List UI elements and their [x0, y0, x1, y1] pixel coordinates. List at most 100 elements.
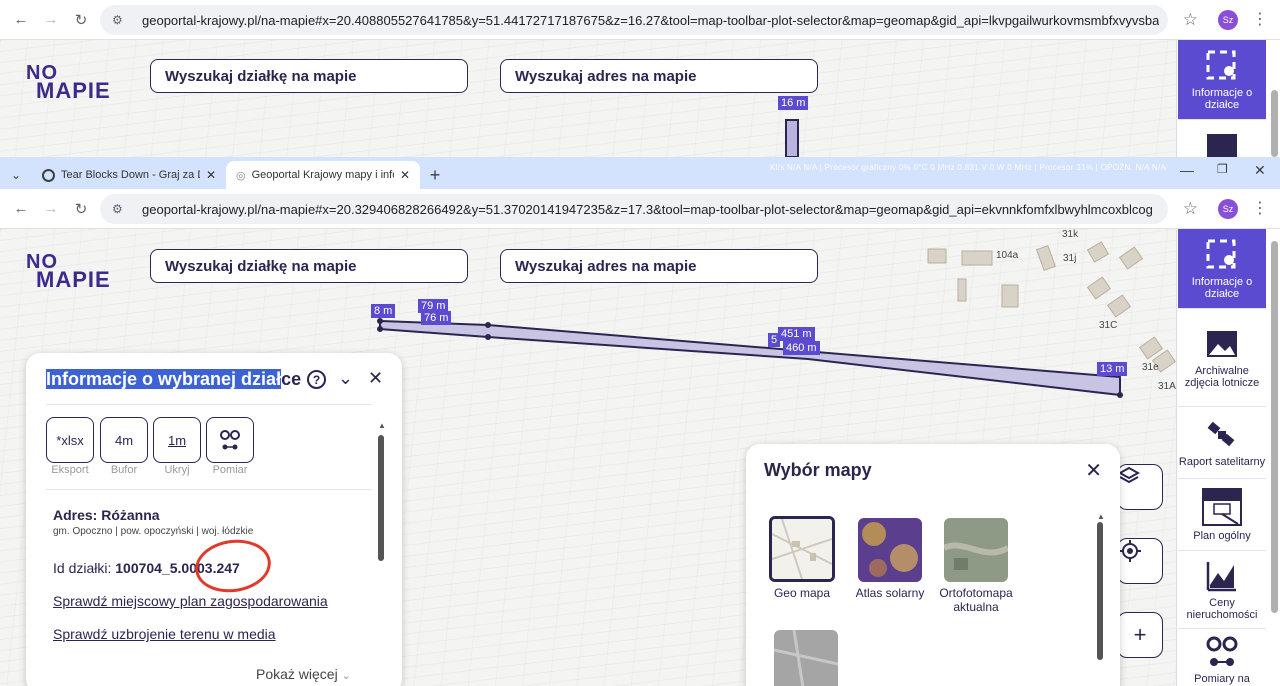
measure-label: Pomiar — [212, 464, 248, 476]
back-button[interactable]: ← — [8, 196, 34, 222]
map-option-geo[interactable] — [769, 516, 835, 582]
sidebar-scrollbar[interactable] — [1271, 241, 1278, 613]
omnibox[interactable]: ⚙ geoportal-krajowy.pl/na-mapie#x=20.408… — [100, 5, 1168, 35]
parcel-search-input[interactable]: Wyszukaj działkę na mapie — [150, 249, 468, 283]
hide-button[interactable]: 1m — [153, 417, 201, 463]
solar-atlas-thumbnail — [858, 518, 922, 582]
panel-scrollbar[interactable] — [378, 435, 384, 561]
layers-icon — [1118, 466, 1140, 484]
measure-button[interactable] — [206, 417, 254, 463]
bookmark-star-icon[interactable]: ☆ — [1183, 199, 1198, 219]
geo-map-thumbnail — [772, 519, 832, 579]
sidebar-item-measurements[interactable]: Pomiary na — [1178, 629, 1266, 686]
top-measure-label: 16 m — [778, 96, 809, 110]
site-settings-icon[interactable]: ⚙ — [112, 202, 130, 216]
menu-kebab-icon[interactable]: ⋮ — [1252, 198, 1268, 218]
forward-button[interactable]: → — [38, 196, 64, 222]
plan-icon — [1202, 487, 1242, 526]
parcel-number: 31C — [1099, 320, 1118, 331]
plus-icon: + — [1133, 622, 1147, 647]
new-tab-button[interactable]: + — [420, 161, 450, 189]
sidebar-item-satellite-report[interactable]: Raport satelitarny — [1178, 407, 1266, 479]
collapse-chevron-icon[interactable]: ⌄ — [338, 368, 353, 389]
tab-tear-blocks[interactable]: Tear Blocks Down - Graj za Darmo ✕ — [32, 161, 226, 189]
map-chooser-scrollbar[interactable] — [1097, 522, 1103, 660]
sidebar-item-plot-info[interactable]: Informacje o działce — [1178, 229, 1266, 309]
price-chart-icon — [1205, 559, 1239, 593]
map-option-ortho-label: Ortofotomapa aktualna — [939, 586, 1013, 614]
profile-avatar[interactable]: Sz — [1218, 10, 1238, 30]
export-button[interactable]: *xlsx — [46, 417, 94, 463]
address-search-input[interactable]: Wyszukaj adres na mapie — [500, 249, 818, 283]
buffer-label: Bufor — [110, 464, 138, 476]
chevron-down-icon: ⌄ — [341, 670, 351, 682]
url-text: geoportal-krajowy.pl/na-mapie#x=20.32940… — [142, 201, 1153, 217]
zoom-in-button[interactable]: + — [1117, 612, 1163, 658]
tab-close-icon[interactable]: ✕ — [400, 168, 410, 182]
tab-search-icon[interactable]: ⌄ — [0, 161, 32, 189]
hide-label: Ukryj — [164, 464, 190, 476]
performance-overlay: Kl/s N/A N/A | Procesor graficzny 0% 0°C… — [770, 163, 1167, 172]
minimize-icon[interactable]: — — [1180, 162, 1194, 178]
layers-button[interactable] — [1117, 464, 1163, 510]
measure-label-right: 13 m — [1097, 362, 1128, 376]
plot-select-icon — [1205, 238, 1239, 272]
map-option-ortho[interactable] — [944, 518, 1008, 582]
scroll-up-arrow-icon[interactable]: ▲ — [1097, 512, 1105, 521]
bookmark-star-icon[interactable]: ☆ — [1183, 10, 1198, 30]
forward-button[interactable]: → — [38, 7, 64, 33]
window-close-icon[interactable]: ✕ — [1254, 162, 1266, 179]
menu-kebab-icon[interactable]: ⋮ — [1252, 9, 1268, 29]
measure-pins-icon — [220, 430, 240, 450]
profile-avatar[interactable]: Sz — [1218, 199, 1238, 219]
map-option-geo-label: Geo mapa — [773, 586, 831, 600]
map-option-solar-label: Atlas solarny — [855, 586, 925, 600]
top-sidebar: Informacje o działce — [1176, 40, 1280, 157]
back-button[interactable]: ← — [8, 7, 34, 33]
top-map-view[interactable]: NO MAPIE Wyszukaj działkę na mapie Wyszu… — [0, 40, 1176, 157]
buildings — [927, 241, 1176, 373]
locate-button[interactable] — [1117, 538, 1163, 584]
parcel-number: 104a — [996, 250, 1019, 261]
parcel-search-input[interactable]: Wyszukaj działkę na mapie — [150, 59, 468, 93]
sidebar-item-plot-info-top[interactable]: Informacje o działce — [1178, 40, 1266, 120]
site-settings-icon[interactable]: ⚙ — [112, 13, 130, 27]
check-utilities-link[interactable]: Sprawdź uzbrojenie terenu w media — [53, 626, 276, 642]
map-chooser-close-icon[interactable]: ✕ — [1085, 458, 1102, 483]
photo-icon — [1205, 327, 1239, 361]
help-icon[interactable]: ? — [307, 370, 326, 389]
sidebar-item-general-plan[interactable]: Plan ogólny — [1178, 479, 1266, 551]
show-more-button[interactable]: Pokaż więcej ⌄ — [256, 666, 351, 682]
parcel-number: 31k — [1062, 229, 1079, 240]
tab-geoportal[interactable]: ◎ Geoportal Krajowy mapy i informacje ✕ — [226, 161, 420, 189]
url-text: geoportal-krajowy.pl/na-mapie#x=20.40880… — [142, 12, 1160, 28]
address-search-input[interactable]: Wyszukaj adres na mapie — [500, 59, 818, 93]
orthophoto-thumbnail — [944, 518, 1008, 582]
reload-button[interactable]: ↻ — [68, 7, 94, 33]
sidebar-item-archive-photos[interactable]: Archiwalne zdjęcia lotnicze — [1178, 309, 1266, 407]
buffer-button[interactable]: 4m — [100, 417, 148, 463]
omnibox[interactable]: ⚙ geoportal-krajowy.pl/na-mapie#x=20.329… — [100, 194, 1168, 224]
top-sidebar-scrollbar[interactable] — [1271, 90, 1278, 157]
check-zoning-plan-link[interactable]: Sprawdź miejscowy plan zagospodarowania — [53, 593, 328, 609]
measure-label-mid-b: 460 m — [783, 341, 820, 355]
top-parcel-shape — [785, 119, 799, 157]
sidebar-item-archive-top[interactable] — [1178, 120, 1266, 157]
satellite-icon — [1205, 418, 1239, 452]
measure-label-upper-b: 76 m — [421, 311, 452, 325]
tab-close-icon[interactable]: ✕ — [206, 168, 216, 182]
tab-strip: ⌄ Tear Blocks Down - Graj za Darmo ✕ ◎ G… — [0, 157, 1280, 189]
export-label: Eksport — [51, 464, 89, 476]
panel-close-icon[interactable]: ✕ — [368, 368, 383, 389]
photo-icon — [1205, 130, 1239, 157]
scroll-up-arrow-icon[interactable]: ▲ — [378, 421, 386, 430]
maximize-icon[interactable]: ❐ — [1217, 162, 1228, 176]
reload-button[interactable]: ↻ — [68, 196, 94, 222]
measure-label-mid-a: 451 m — [778, 327, 815, 341]
map-option-solar[interactable] — [858, 518, 922, 582]
map-chooser-title: Wybór mapy — [764, 460, 872, 480]
sidebar-item-property-prices[interactable]: Ceny nieruchomości — [1178, 551, 1266, 629]
nomapie-logo[interactable]: NO MAPIE — [26, 252, 111, 291]
map-option-archival[interactable] — [774, 630, 838, 686]
nomapie-logo[interactable]: NO MAPIE — [26, 63, 111, 102]
